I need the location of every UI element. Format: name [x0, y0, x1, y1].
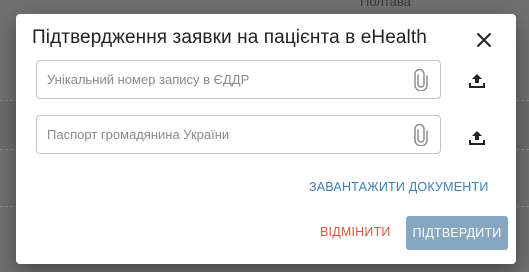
cancel-button[interactable]: ВІДМІНИТИ	[320, 225, 391, 239]
paperclip-icon[interactable]	[414, 123, 428, 147]
passport-input[interactable]	[47, 116, 402, 153]
eddr-record-field[interactable]	[36, 60, 441, 99]
passport-field[interactable]	[36, 115, 441, 154]
paperclip-icon[interactable]	[414, 68, 428, 92]
upload-icon[interactable]	[468, 129, 486, 147]
confirm-button[interactable]: ПІДТВЕРДИТИ	[406, 216, 508, 250]
dialog-title: Підтвердження заявки на пацієнта в eHeal…	[32, 27, 427, 48]
upload-documents-button[interactable]: ЗАВАНТАЖИТИ ДОКУМЕНТИ	[309, 180, 489, 194]
background-city-text: Полтава	[360, 0, 411, 9]
close-icon[interactable]	[472, 28, 496, 52]
upload-icon[interactable]	[468, 72, 486, 90]
eddr-record-input[interactable]	[47, 61, 402, 98]
confirm-button-label: ПІДТВЕРДИТИ	[412, 226, 502, 240]
confirm-ehealth-dialog: Підтвердження заявки на пацієнта в eHeal…	[16, 14, 516, 264]
